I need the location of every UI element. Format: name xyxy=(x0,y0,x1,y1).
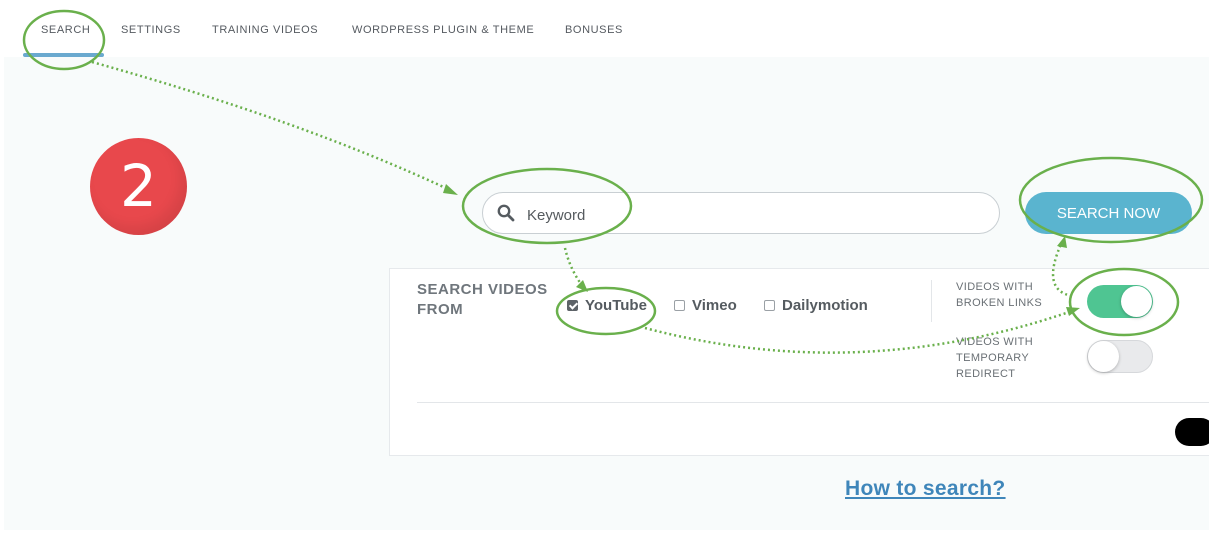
source-dailymotion[interactable]: Dailymotion xyxy=(764,296,868,314)
source-youtube[interactable]: YouTube xyxy=(567,296,647,314)
panel-divider xyxy=(417,402,1209,403)
toggle-knob xyxy=(1088,341,1119,372)
temporary-redirect-toggle[interactable] xyxy=(1087,340,1153,373)
temporary-redirect-label: VIDEOS WITH TEMPORARY REDIRECT xyxy=(956,336,1034,380)
youtube-label: YouTube xyxy=(585,296,647,314)
broken-links-label: VIDEOS WITH BROKEN LINKS xyxy=(956,281,1043,309)
youtube-checkbox[interactable] xyxy=(567,299,578,311)
search-sources-label: SEARCH VIDEOS FROM xyxy=(417,281,548,318)
source-vimeo[interactable]: Vimeo xyxy=(674,296,737,314)
search-icon xyxy=(497,204,515,227)
dailymotion-label: Dailymotion xyxy=(782,296,868,314)
tab-search[interactable]: SEARCH xyxy=(41,24,90,36)
step-number-badge: 2 xyxy=(90,138,187,235)
tab-settings[interactable]: SETTINGS xyxy=(121,24,181,36)
broken-links-toggle[interactable] xyxy=(1087,285,1153,318)
black-button[interactable] xyxy=(1175,418,1209,446)
step-number: 2 xyxy=(120,152,157,220)
options-divider xyxy=(931,280,932,322)
dailymotion-checkbox[interactable] xyxy=(764,299,775,311)
vimeo-label: Vimeo xyxy=(692,296,737,314)
tab-training-videos[interactable]: TRAINING VIDEOS xyxy=(212,24,318,36)
search-now-button[interactable]: SEARCH NOW xyxy=(1025,192,1192,234)
how-to-search-link[interactable]: How to search? xyxy=(845,477,1006,501)
top-nav: SEARCH SETTINGS TRAINING VIDEOS WORDPRES… xyxy=(0,0,1209,57)
search-field[interactable] xyxy=(482,192,1000,234)
tab-wordpress-plugin-theme[interactable]: WORDPRESS PLUGIN & THEME xyxy=(352,24,534,36)
tab-bonuses[interactable]: BONUSES xyxy=(565,24,623,36)
keyword-input[interactable] xyxy=(525,203,969,227)
toggle-knob xyxy=(1121,286,1152,317)
vimeo-checkbox[interactable] xyxy=(674,299,685,311)
